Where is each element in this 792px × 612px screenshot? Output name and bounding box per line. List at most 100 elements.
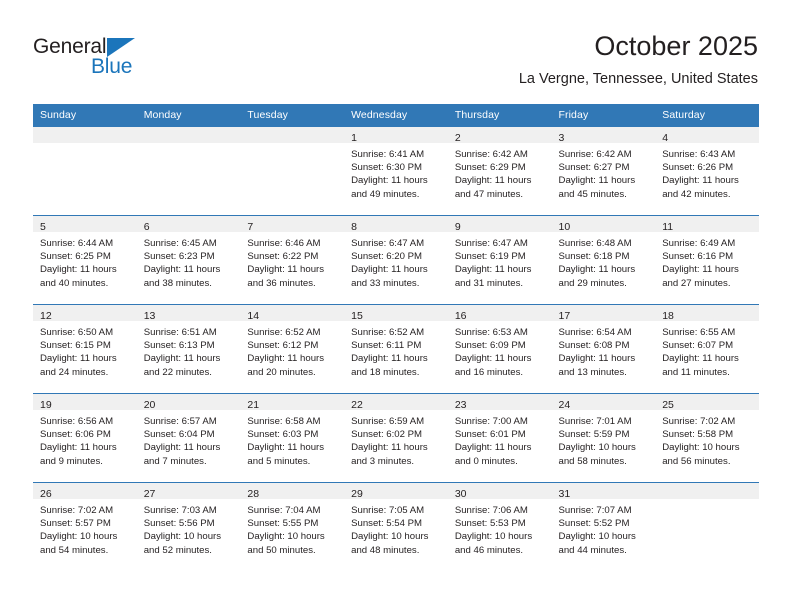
day-number-band (33, 127, 137, 143)
sunrise-time: Sunrise: 6:53 AM (454, 327, 528, 338)
day-number: 30 (454, 488, 467, 500)
daylight-duration-line2: and 44 minutes. (558, 544, 627, 556)
calendar-day-cell[interactable]: 23 Sunrise: 7:00 AM Sunset: 6:01 PM Dayligh… (447, 393, 552, 483)
daylight-duration-line1: Daylight: 11 hours (143, 264, 221, 276)
daylight-duration-line1: Daylight: 11 hours (351, 353, 428, 365)
calendar-day-cell[interactable]: 15 Sunrise: 6:52 AM Sunset: 6:11 PM Dayligh… (344, 304, 448, 394)
daylight-duration-line1: Daylight: 11 hours (454, 175, 532, 187)
sunset-time: Sunset: 5:57 PM (40, 518, 111, 530)
daylight-duration-line1: Daylight: 10 hours (351, 531, 429, 543)
calendar-day-cell[interactable]: 12 Sunrise: 6:50 AM Sunset: 6:15 PM Dayligh… (33, 304, 137, 394)
daylight-duration-line2: and 36 minutes. (247, 277, 316, 289)
daylight-duration-line2: and 16 minutes. (454, 366, 524, 378)
day-number-band (136, 127, 241, 143)
calendar-day-cell[interactable]: 6 Sunrise: 6:45 AM Sunset: 6:23 PM Daylight… (136, 215, 241, 305)
calendar-day-cell[interactable]: 8 Sunrise: 6:47 AM Sunset: 6:20 PM Daylight… (344, 215, 448, 305)
day-details: Sunrise: 6:41 AM Sunset: 6:30 PM Daylight:… (344, 143, 448, 201)
sunrise-time: Sunrise: 6:44 AM (40, 238, 114, 249)
page-header: General Blue October 2025 La Vergne, Ten… (0, 0, 792, 104)
calendar-day-cell[interactable]: 3 Sunrise: 6:42 AM Sunset: 6:27 PM Daylight… (551, 126, 656, 216)
daylight-duration-line2: and 42 minutes. (662, 188, 731, 200)
calendar-day-cell[interactable]: 10 Sunrise: 6:48 AM Sunset: 6:18 PM Dayligh… (551, 215, 656, 305)
day-number-band: 23 (447, 394, 552, 411)
daylight-duration-line1: Daylight: 11 hours (558, 175, 636, 187)
calendar-day-cell-empty (33, 126, 137, 216)
calendar-week-row: 12 Sunrise: 6:50 AM Sunset: 6:15 PM Dayligh… (33, 304, 759, 394)
calendar-day-cell[interactable]: 22 Sunrise: 6:59 AM Sunset: 6:02 PM Dayligh… (344, 393, 448, 483)
day-number-band: 29 (344, 483, 448, 500)
calendar-day-cell[interactable]: 30 Sunrise: 7:06 AM Sunset: 5:53 PM Dayligh… (447, 482, 552, 571)
day-number-band: 7 (240, 216, 345, 233)
day-number-band: 28 (240, 483, 345, 500)
daylight-duration-line2: and 3 minutes. (351, 455, 415, 467)
day-details: Sunrise: 7:03 AM Sunset: 5:56 PM Daylight:… (137, 499, 241, 557)
calendar-day-cell[interactable]: 5 Sunrise: 6:44 AM Sunset: 6:25 PM Daylight… (33, 215, 137, 305)
calendar-day-cell[interactable]: 25 Sunrise: 7:02 AM Sunset: 5:58 PM Dayligh… (655, 393, 759, 483)
day-details: Sunrise: 6:59 AM Sunset: 6:02 PM Daylight:… (344, 410, 448, 468)
calendar-day-cell[interactable]: 18 Sunrise: 6:55 AM Sunset: 6:07 PM Dayligh… (655, 304, 759, 394)
day-number: 29 (351, 488, 363, 500)
calendar-day-cell[interactable]: 14 Sunrise: 6:52 AM Sunset: 6:12 PM Dayligh… (240, 304, 345, 394)
logo-text-blue: Blue (91, 55, 133, 78)
weekday-header-thursday: Thursday (447, 104, 552, 127)
sunrise-time: Sunrise: 6:50 AM (40, 327, 114, 338)
sunset-time: Sunset: 6:23 PM (143, 251, 215, 263)
day-number: 18 (662, 310, 674, 322)
day-details: Sunrise: 7:06 AM Sunset: 5:53 PM Daylight:… (448, 499, 552, 557)
sunrise-time: Sunrise: 7:02 AM (662, 416, 736, 427)
calendar-day-cell[interactable]: 24 Sunrise: 7:01 AM Sunset: 5:59 PM Dayligh… (551, 393, 656, 483)
calendar-day-cell[interactable]: 31 Sunrise: 7:07 AM Sunset: 5:52 PM Dayligh… (551, 482, 656, 571)
day-number-band: 5 (33, 216, 137, 233)
day-number-band: 15 (344, 305, 448, 322)
calendar-day-cell[interactable]: 17 Sunrise: 6:54 AM Sunset: 6:08 PM Dayligh… (551, 304, 656, 394)
sunrise-sunset-calendar: Sunday Monday Tuesday Wednesday Thursday… (33, 104, 759, 571)
calendar-day-cell[interactable]: 4 Sunrise: 6:43 AM Sunset: 6:26 PM Daylight… (655, 126, 759, 216)
sunrise-time: Sunrise: 6:59 AM (351, 416, 425, 427)
calendar-week-row: 26 Sunrise: 7:02 AM Sunset: 5:57 PM Dayligh… (33, 482, 759, 571)
calendar-day-cell[interactable]: 21 Sunrise: 6:58 AM Sunset: 6:03 PM Dayligh… (240, 393, 345, 483)
sunset-time: Sunset: 6:18 PM (558, 251, 630, 263)
calendar-day-cell[interactable]: 26 Sunrise: 7:02 AM Sunset: 5:57 PM Dayligh… (33, 482, 137, 571)
calendar-day-cell-empty (240, 126, 345, 216)
calendar-day-cell[interactable]: 28 Sunrise: 7:04 AM Sunset: 5:55 PM Dayligh… (240, 482, 345, 571)
sunset-time: Sunset: 5:55 PM (247, 518, 319, 530)
day-number-band: 3 (551, 127, 656, 144)
day-details: Sunrise: 6:51 AM Sunset: 6:13 PM Daylight:… (137, 321, 241, 379)
day-number: 9 (454, 221, 461, 233)
daylight-duration-line1: Daylight: 11 hours (247, 442, 325, 454)
calendar-day-cell[interactable]: 2 Sunrise: 6:42 AM Sunset: 6:29 PM Daylight… (447, 126, 552, 216)
calendar-day-cell[interactable]: 7 Sunrise: 6:46 AM Sunset: 6:22 PM Daylight… (240, 215, 345, 305)
calendar-day-cell[interactable]: 19 Sunrise: 6:56 AM Sunset: 6:06 PM Dayligh… (33, 393, 137, 483)
calendar-day-cell[interactable]: 11 Sunrise: 6:49 AM Sunset: 6:16 PM Dayligh… (655, 215, 759, 305)
sunset-time: Sunset: 6:20 PM (351, 251, 423, 263)
calendar-day-cell[interactable]: 20 Sunrise: 6:57 AM Sunset: 6:04 PM Dayligh… (136, 393, 241, 483)
sunset-time: Sunset: 6:12 PM (247, 340, 319, 352)
sunrise-time: Sunrise: 6:54 AM (558, 327, 632, 338)
day-number: 19 (40, 399, 52, 411)
calendar-day-cell[interactable]: 1 Sunrise: 6:41 AM Sunset: 6:30 PM Daylight… (344, 126, 448, 216)
calendar-day-cell[interactable]: 27 Sunrise: 7:03 AM Sunset: 5:56 PM Dayligh… (136, 482, 241, 571)
sunset-time: Sunset: 6:22 PM (247, 251, 319, 263)
day-details: Sunrise: 7:02 AM Sunset: 5:57 PM Daylight:… (33, 499, 137, 557)
sunset-time: Sunset: 6:19 PM (454, 251, 526, 263)
calendar-day-cell-empty (655, 482, 759, 571)
daylight-duration-line1: Daylight: 11 hours (558, 264, 636, 276)
calendar-day-cell[interactable]: 16 Sunrise: 6:53 AM Sunset: 6:09 PM Dayligh… (447, 304, 552, 394)
calendar-day-cell[interactable]: 9 Sunrise: 6:47 AM Sunset: 6:19 PM Daylight… (447, 215, 552, 305)
sunset-time: Sunset: 6:04 PM (143, 429, 215, 441)
daylight-duration-line1: Daylight: 10 hours (247, 531, 325, 543)
day-number-band: 31 (551, 483, 656, 500)
generalblue-logo[interactable]: General Blue (33, 36, 163, 84)
sunset-time: Sunset: 6:08 PM (558, 340, 630, 352)
calendar-day-cell[interactable]: 13 Sunrise: 6:51 AM Sunset: 6:13 PM Dayligh… (136, 304, 241, 394)
sunrise-time: Sunrise: 6:47 AM (454, 238, 528, 249)
day-details: Sunrise: 6:54 AM Sunset: 6:08 PM Daylight:… (552, 321, 656, 379)
day-number-band: 4 (655, 127, 759, 144)
sunrise-time: Sunrise: 6:41 AM (351, 149, 425, 160)
day-number: 1 (351, 132, 357, 144)
day-number: 22 (351, 399, 363, 411)
day-number-band (655, 483, 759, 499)
day-number: 15 (351, 310, 363, 322)
calendar-day-cell[interactable]: 29 Sunrise: 7:05 AM Sunset: 5:54 PM Dayligh… (344, 482, 448, 571)
calendar-body: 1 Sunrise: 6:41 AM Sunset: 6:30 PM Daylight… (33, 126, 759, 571)
